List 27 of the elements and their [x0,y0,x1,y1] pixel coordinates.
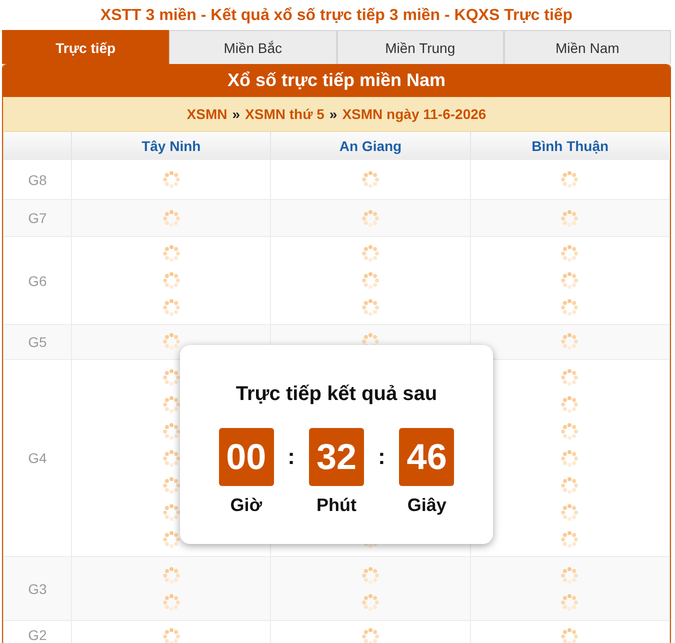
countdown-unit-label: Giây [407,494,446,516]
colon-separator: : [286,443,296,471]
prize-label: G2 [28,629,47,641]
colon-separator: : [377,443,386,471]
breadcrumb-link[interactable]: XSMN thứ 5 [245,106,324,122]
countdown-unit-label: Giờ [230,494,262,516]
breadcrumb-separator: » [232,106,240,122]
countdown-digits: 00 [218,428,274,486]
prize-label: G5 [28,334,47,350]
countdown-digits: 46 [399,428,454,486]
tab[interactable]: Trực tiếp [2,30,170,64]
tab[interactable]: Miền Trung [336,30,504,64]
prize-label: G8 [28,172,47,188]
countdown-digits: 32 [309,428,364,486]
breadcrumb-link[interactable]: XSMN [186,106,228,122]
breadcrumb-separator: » [329,106,338,122]
breadcrumb-link[interactable]: XSMN ngày 11-6-2026 [342,106,486,122]
countdown-unit-label: Phút [316,494,356,516]
prize-label: G6 [28,272,47,288]
prize-label: G4 [28,450,47,466]
prize-label: G7 [28,210,47,226]
prize-label: G3 [28,580,47,596]
countdown-title: Trực tiếp kết quả sau [236,382,438,406]
tab[interactable]: Miền Nam [504,30,671,64]
page-title: XSTT 3 miền - Kết quả xổ số trực tiếp 3 miền - KQXS Trực tiếp [99,6,574,26]
panel-title: Xổ số trực tiếp miền Nam [3,64,670,97]
tab[interactable]: Miền Bắc [169,30,336,64]
